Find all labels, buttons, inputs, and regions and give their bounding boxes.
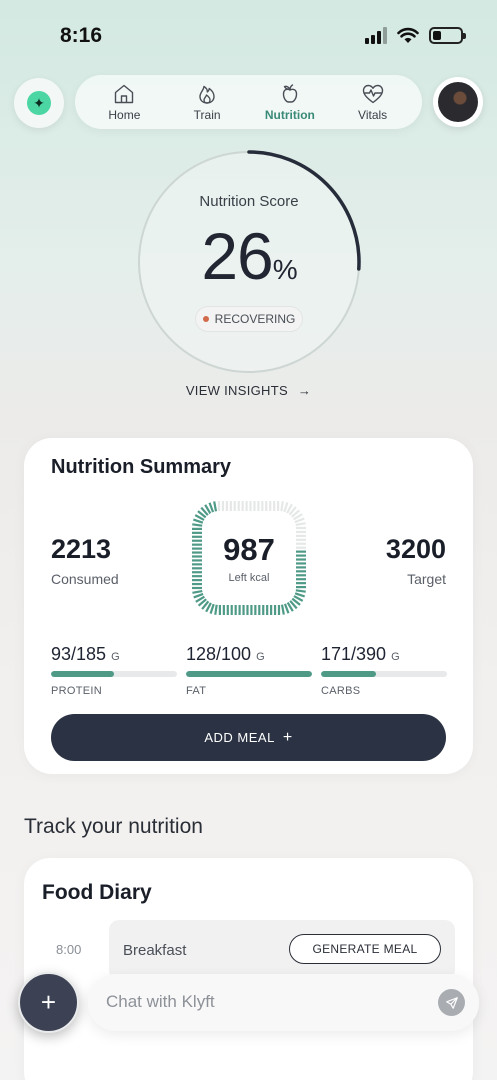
nav-tabs: Home Train Nutrition Vitals <box>75 75 422 129</box>
cellular-signal-icon <box>365 26 387 44</box>
nutrition-score-ring: Nutrition Score 26% RECOVERING <box>133 146 365 378</box>
view-insights-link[interactable]: VIEW INSIGHTS → <box>0 383 497 398</box>
progress-tick <box>214 604 218 615</box>
status-time: 8:16 <box>60 24 103 47</box>
progress-tick <box>213 501 218 512</box>
macro-value: 171/390 G <box>321 644 400 664</box>
target-label: Target <box>407 571 446 587</box>
wifi-icon <box>397 27 419 43</box>
progress-tick <box>283 603 290 614</box>
top-navigation: ✦ Home Train Nutrition Vitals <box>0 74 497 130</box>
add-button[interactable]: + <box>18 972 79 1033</box>
progress-tick <box>192 523 203 527</box>
score-number: 26 <box>201 219 273 293</box>
macro-name: FAT <box>186 685 207 697</box>
macro-progress-bar <box>186 671 312 677</box>
progress-tick <box>193 592 204 599</box>
add-meal-label: ADD MEAL <box>204 730 275 745</box>
progress-tick <box>295 522 306 527</box>
tab-label: Nutrition <box>264 108 315 122</box>
score-unit: % <box>272 254 298 285</box>
tab-nutrition[interactable]: Nutrition <box>250 82 330 122</box>
progress-tick <box>192 589 203 594</box>
send-icon <box>445 996 458 1009</box>
apple-icon <box>282 84 298 103</box>
meal-name: Breakfast <box>123 942 187 959</box>
send-button[interactable] <box>438 989 465 1016</box>
calories-left-label: Left kcal <box>228 572 270 584</box>
view-insights-label: VIEW INSIGHTS <box>185 383 288 398</box>
target-stat: 3200 Target <box>386 534 446 587</box>
progress-tick <box>295 589 306 593</box>
plus-icon: + <box>282 728 293 746</box>
generate-meal-button[interactable]: GENERATE MEAL <box>289 934 441 964</box>
macro-name: CARBS <box>321 685 361 697</box>
ai-assistant-button[interactable]: ✦ <box>14 78 64 128</box>
summary-title: Nutrition Summary <box>51 456 232 478</box>
food-diary-card: Food Diary 8:00 Breakfast GENERATE MEAL <box>24 858 473 1080</box>
progress-tick <box>283 502 289 513</box>
track-nutrition-heading: Track your nutrition <box>24 815 203 838</box>
macro-protein: 93/185 G PROTEIN <box>51 644 177 697</box>
progress-tick <box>294 517 305 524</box>
meal-row-breakfast[interactable]: Breakfast GENERATE MEAL <box>109 920 455 980</box>
status-bar: 8:16 <box>0 0 497 72</box>
status-dot <box>202 316 209 322</box>
arrow-right-icon: → <box>297 383 312 398</box>
macro-progress-bar <box>51 671 177 677</box>
add-meal-button[interactable]: ADD MEAL + <box>51 714 446 761</box>
progress-tick <box>294 592 305 598</box>
target-value: 3200 <box>385 534 446 564</box>
chat-bar <box>88 974 479 1031</box>
status-text: RECOVERING <box>214 312 296 326</box>
progress-tick <box>280 604 285 615</box>
heart-pulse-icon <box>362 84 383 104</box>
chat-input[interactable] <box>106 990 426 1014</box>
macro-carbs: 171/390 G CARBS <box>321 644 447 697</box>
macro-fat: 128/100 G FAT <box>186 644 312 697</box>
macro-value: 93/185 G <box>51 644 120 664</box>
calories-left: 987 Left kcal <box>185 532 313 584</box>
plus-icon: + <box>40 987 57 1017</box>
avatar-image <box>438 82 478 122</box>
meal-time: 8:00 <box>56 942 82 957</box>
tab-label: Train <box>193 108 221 122</box>
tab-home[interactable]: Home <box>84 82 164 122</box>
macro-name: PROTEIN <box>51 685 102 697</box>
home-icon <box>115 84 134 104</box>
status-badge: RECOVERING <box>195 306 303 332</box>
macros-row: 93/185 G PROTEIN 128/100 G FAT 171/390 G… <box>51 644 447 697</box>
consumed-label: Consumed <box>51 571 119 587</box>
status-icons <box>365 26 466 44</box>
sparkle-icon: ✦ <box>27 91 51 115</box>
tab-label: Vitals <box>358 108 388 122</box>
flame-icon <box>199 85 215 104</box>
progress-tick <box>209 603 215 614</box>
score-value: 26% <box>133 218 365 294</box>
food-diary-title: Food Diary <box>42 881 152 904</box>
tab-train[interactable]: Train <box>167 82 247 122</box>
macro-value: 128/100 G <box>186 644 265 664</box>
progress-tick <box>280 501 284 512</box>
consumed-stat: 2213 Consumed <box>51 534 119 587</box>
profile-avatar[interactable] <box>433 77 483 127</box>
battery-icon <box>429 26 466 44</box>
tab-vitals[interactable]: Vitals <box>333 82 413 122</box>
tab-label: Home <box>108 108 141 122</box>
calories-left-value: 987 <box>223 532 275 567</box>
calories-left-ring: 987 Left kcal <box>185 494 313 622</box>
progress-tick <box>193 518 204 524</box>
macro-progress-bar <box>321 671 447 677</box>
progress-tick <box>208 502 215 513</box>
consumed-value: 2213 <box>51 534 112 564</box>
nutrition-summary-card: Nutrition Summary 2213 Consumed 987 Left… <box>24 438 473 774</box>
score-title: Nutrition Score <box>199 193 299 210</box>
